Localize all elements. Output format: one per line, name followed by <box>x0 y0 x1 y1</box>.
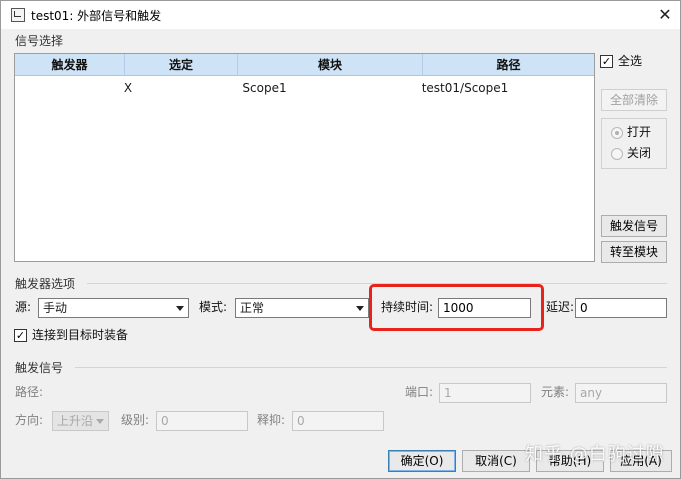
element-label: 元素: <box>541 385 570 399</box>
direction-select-value: 上升沿 <box>57 414 94 428</box>
window-title: test01: 外部信号和触发 <box>31 9 162 23</box>
direction-label: 方向: <box>15 413 44 427</box>
radio-on[interactable] <box>611 127 623 139</box>
select-all-checkbox[interactable]: ✓ <box>600 55 613 68</box>
chevron-down-icon <box>356 306 364 311</box>
mode-select-value: 正常 <box>240 301 265 315</box>
source-label: 源: <box>15 300 32 314</box>
chevron-down-icon <box>176 306 184 311</box>
direction-select[interactable]: 上升沿 <box>52 411 109 431</box>
port-label: 端口: <box>405 385 434 399</box>
simulink-app-icon <box>11 8 25 22</box>
cell-path: test01/Scope1 <box>421 81 509 95</box>
arm-on-connect-label: 连接到目标时装备 <box>32 328 129 342</box>
source-select-value: 手动 <box>43 301 68 315</box>
ok-button[interactable]: 确定(O) <box>388 450 456 472</box>
column-header-block[interactable]: 模块 <box>238 54 423 76</box>
column-header-path[interactable]: 路径 <box>423 54 594 76</box>
delay-input[interactable] <box>575 298 667 318</box>
cell-selected: X <box>123 81 133 95</box>
holdoff-label: 释抑: <box>257 413 286 427</box>
table-row[interactable]: X Scope1 test01/Scope1 <box>15 77 594 99</box>
delay-label: 延迟: <box>546 300 575 314</box>
select-all-label: 全选 <box>618 54 643 68</box>
trigger-options-group-label: 触发器选项 <box>15 277 76 291</box>
column-header-selected[interactable]: 选定 <box>125 54 238 76</box>
signal-table[interactable]: 触发器 选定 模块 路径 X Scope1 test01/Scope1 <box>14 53 595 262</box>
chevron-down-icon <box>96 419 104 424</box>
title-bar: test01: 外部信号和触发 ✕ <box>1 1 680 29</box>
port-input[interactable] <box>439 383 531 403</box>
path-label: 路径: <box>15 385 44 399</box>
cancel-button[interactable]: 取消(C) <box>462 450 530 472</box>
group-divider <box>75 367 667 368</box>
mode-label: 模式: <box>199 300 228 314</box>
trigger-signal-button[interactable]: 触发信号 <box>601 215 667 237</box>
watermark-text: 知乎 @白驹过隙 <box>525 444 665 465</box>
close-button[interactable]: ✕ <box>651 3 679 27</box>
radio-off-label: 关闭 <box>627 146 652 160</box>
clear-all-button[interactable]: 全部清除 <box>601 89 667 111</box>
mode-select[interactable]: 正常 <box>235 298 369 318</box>
radio-on-label: 打开 <box>627 125 652 139</box>
holdoff-input[interactable] <box>292 411 384 431</box>
dialog-window: test01: 外部信号和触发 ✕ 信号选择 触发器 选定 模块 路径 X Sc… <box>0 0 681 479</box>
cell-block: Scope1 <box>242 81 287 95</box>
level-label: 级别: <box>121 413 150 427</box>
signal-table-header: 触发器 选定 模块 路径 <box>15 54 594 76</box>
red-highlight-box <box>369 284 544 331</box>
radio-off[interactable] <box>611 148 623 160</box>
column-header-trigger[interactable]: 触发器 <box>15 54 125 76</box>
goto-block-button[interactable]: 转至模块 <box>601 241 667 263</box>
trigger-radio-group: 打开 关闭 <box>601 118 667 169</box>
level-input[interactable] <box>156 411 248 431</box>
trigger-signal-group-label: 触发信号 <box>15 361 64 375</box>
arm-on-connect-checkbox[interactable]: ✓ <box>14 329 27 342</box>
source-select[interactable]: 手动 <box>38 298 189 318</box>
element-input[interactable] <box>575 383 667 403</box>
signal-selection-group-label: 信号选择 <box>15 34 64 48</box>
